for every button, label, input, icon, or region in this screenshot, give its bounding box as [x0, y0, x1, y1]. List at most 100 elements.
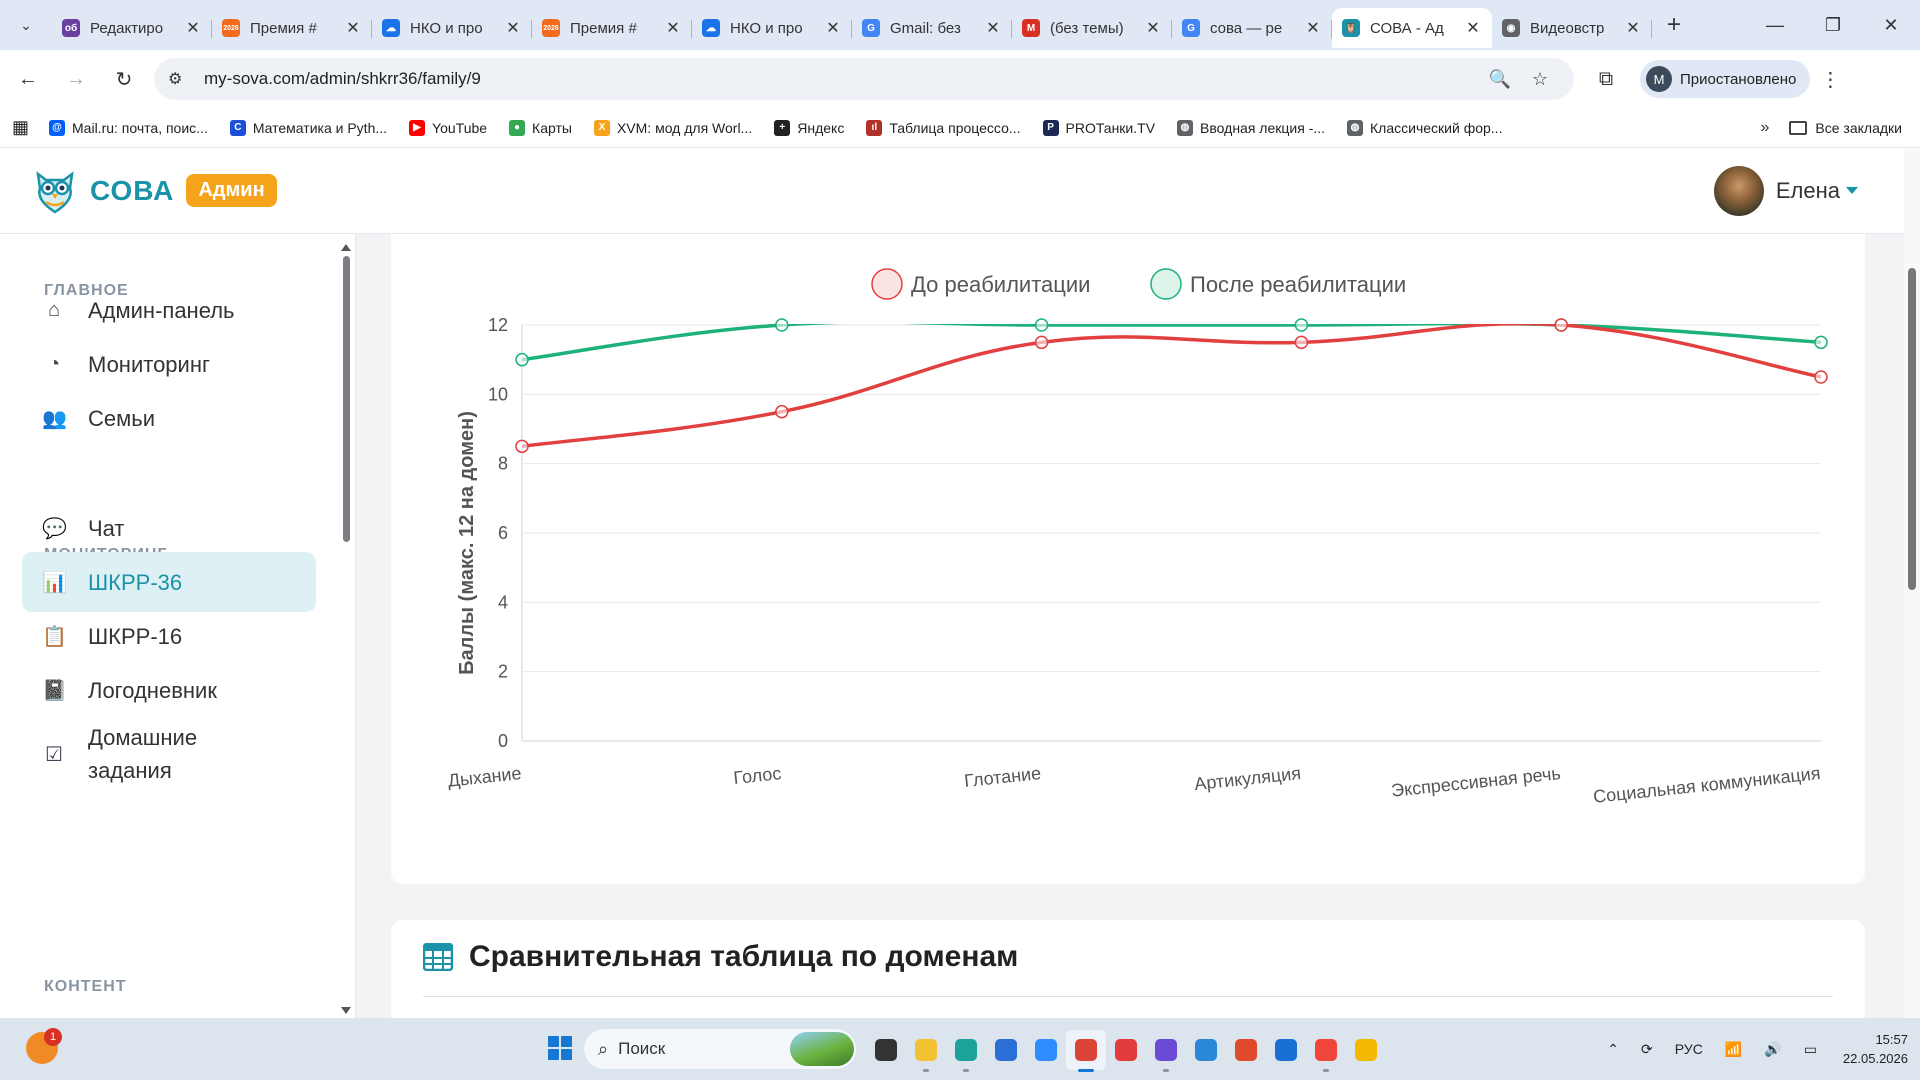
sidebar-item-3[interactable]: 💬 Чат: [22, 498, 316, 558]
data-point-0-0: [515, 439, 529, 454]
tab-close-icon[interactable]: ✕: [1624, 18, 1642, 38]
restore-icon[interactable]: ❐: [1804, 15, 1862, 36]
tab-close-icon[interactable]: ✕: [504, 18, 522, 38]
store-icon[interactable]: [986, 1030, 1026, 1070]
browser-tab[interactable]: Gсова — ре ✕: [1172, 8, 1332, 48]
chrome-icon[interactable]: [1066, 1030, 1106, 1072]
tab-close-icon[interactable]: ✕: [1464, 18, 1482, 38]
video-app-icon[interactable]: [1106, 1030, 1146, 1070]
game-app-icon[interactable]: [1226, 1030, 1266, 1070]
more-bookmarks-icon[interactable]: »: [1761, 119, 1770, 137]
sync-icon[interactable]: ⟳: [1641, 1041, 1653, 1058]
bookmark-item[interactable]: ● Карты: [509, 119, 572, 136]
journal-icon: 📓: [42, 679, 67, 702]
back-button[interactable]: ←: [8, 59, 48, 99]
start-button[interactable]: [548, 1036, 572, 1060]
x-tick-label: Артикуляция: [1193, 763, 1301, 794]
all-bookmarks-button[interactable]: Все закладки: [1789, 120, 1902, 136]
outlook-icon[interactable]: [1266, 1030, 1306, 1070]
tray-chevron-up-icon[interactable]: ⌃: [1607, 1041, 1619, 1058]
browser-tab[interactable]: M (без темы) ✕: [1012, 8, 1172, 48]
tab-favicon-icon: G: [1182, 19, 1200, 37]
forward-button[interactable]: →: [56, 59, 96, 99]
sidebar-scroll-thumb[interactable]: [343, 256, 350, 542]
minimize-icon[interactable]: —: [1746, 15, 1804, 36]
bookmark-favicon-icon: +: [774, 119, 791, 136]
tab-close-icon[interactable]: ✕: [1144, 18, 1162, 38]
wifi-icon[interactable]: 📶: [1725, 1041, 1742, 1058]
sidebar-scrollbar[interactable]: [341, 244, 351, 1014]
tab-close-icon[interactable]: ✕: [184, 18, 202, 38]
page-scroll-thumb[interactable]: [1908, 268, 1916, 590]
reload-button[interactable]: ↻: [104, 59, 144, 99]
tab-close-icon[interactable]: ✕: [1304, 18, 1322, 38]
profile-button[interactable]: M Приостановлено: [1640, 60, 1811, 98]
bookmark-item[interactable]: ıl Таблица процессо...: [866, 119, 1021, 136]
edge-icon[interactable]: [946, 1030, 986, 1072]
clock[interactable]: 15:57 22.05.2026: [1843, 1030, 1908, 1068]
zoom-app-icon[interactable]: [1026, 1030, 1066, 1070]
new-tab-button[interactable]: +: [1658, 9, 1690, 41]
bookmark-item[interactable]: P PROТанки.TV: [1042, 119, 1155, 136]
sidebar-item-6[interactable]: 📓 Логодневник: [22, 660, 316, 720]
bookmark-item[interactable]: C Математика и Pyth...: [229, 119, 387, 136]
bookmark-item[interactable]: ▶ YouTube: [409, 119, 487, 136]
tab-close-icon[interactable]: ✕: [664, 18, 682, 38]
browser-tab[interactable]: 2026 Премия # ✕: [532, 8, 692, 48]
browser-tab[interactable]: ◉ Видеовстр ✕: [1492, 8, 1652, 48]
language-indicator[interactable]: РУС: [1675, 1041, 1703, 1057]
page-scrollbar[interactable]: [1904, 148, 1920, 1018]
file-explorer-icon[interactable]: [906, 1030, 946, 1072]
sidebar-item-5[interactable]: 📋 ШКРР-16: [22, 606, 316, 666]
extensions-icon[interactable]: ⧉: [1584, 68, 1628, 91]
app-logo[interactable]: СОВА Админ: [30, 166, 277, 216]
taskbar-search[interactable]: ⌕ Поиск: [584, 1029, 856, 1069]
bookmark-item[interactable]: @ Mail.ru: почта, поис...: [49, 119, 208, 136]
browser-tab[interactable]: G Gmail: без ✕: [852, 8, 1012, 48]
photos-app-icon[interactable]: [1146, 1030, 1186, 1072]
tab-favicon-icon: 2026: [222, 19, 240, 37]
scroll-up-icon[interactable]: [341, 244, 351, 251]
bookmark-item[interactable]: + Яндекс: [774, 119, 844, 136]
zoom-icon[interactable]: 🔍: [1480, 69, 1520, 90]
user-menu[interactable]: Елена: [1713, 165, 1858, 216]
address-bar[interactable]: ⚙ my-sova.com/admin/shkrr36/family/9 🔍 ☆: [154, 58, 1574, 100]
apps-grid-icon[interactable]: ▦: [12, 117, 29, 138]
sidebar-item-label: Логодневник: [88, 677, 217, 703]
tab-close-icon[interactable]: ✕: [984, 18, 1002, 38]
sidebar-item-0[interactable]: ⌂ Админ-панель: [22, 280, 316, 340]
tab-close-icon[interactable]: ✕: [824, 18, 842, 38]
bookmark-item[interactable]: ◍ Классический фор...: [1347, 119, 1502, 136]
tab-close-icon[interactable]: ✕: [344, 18, 362, 38]
bookmark-star-icon[interactable]: ☆: [1520, 69, 1560, 90]
task-view-icon[interactable]: [866, 1030, 906, 1070]
sidebar-item-1[interactable]: ◔ Мониторинг: [22, 334, 316, 394]
notepad-icon[interactable]: [1186, 1030, 1226, 1070]
bookmark-item[interactable]: ◍ Вводная лекция -...: [1177, 119, 1325, 136]
x-tick-label: Голос: [733, 763, 783, 788]
browser-tab[interactable]: ☁ НКО и про ✕: [692, 8, 852, 48]
tab-search-button[interactable]: ⌄: [8, 7, 44, 43]
url-text[interactable]: my-sova.com/admin/shkrr36/family/9: [204, 69, 1480, 89]
yandex-browser-icon[interactable]: [1306, 1030, 1346, 1072]
site-settings-icon[interactable]: ⚙: [168, 69, 196, 89]
battery-icon[interactable]: ▭: [1804, 1041, 1817, 1058]
browser-tab[interactable]: 🦉 СОВА - Ад ✕: [1332, 8, 1492, 48]
volume-icon[interactable]: 🔊: [1764, 1041, 1781, 1058]
sidebar-item-2[interactable]: 👥 Семьи: [22, 388, 316, 448]
browser-tab[interactable]: 2026 Премия # ✕: [212, 8, 372, 48]
close-window-icon[interactable]: ✕: [1862, 15, 1920, 36]
notification-icon[interactable]: 1: [26, 1028, 62, 1064]
bookmark-item[interactable]: X XVM: мод для Worl...: [593, 119, 752, 136]
tab-title: Премия #: [570, 19, 637, 37]
browser-tab[interactable]: ☁ НКО и про ✕: [372, 8, 532, 48]
sidebar-item-7[interactable]: ☑ Домашние задания: [22, 714, 316, 794]
scroll-down-icon[interactable]: [341, 1007, 351, 1014]
sidebar-item-label: ШКРР-16: [88, 623, 183, 649]
browser-menu-icon[interactable]: ⋮: [1810, 67, 1850, 92]
security-icon[interactable]: [1346, 1030, 1386, 1070]
sidebar-item-4[interactable]: 📊 ШКРР-36: [22, 552, 316, 612]
sidebar-item-label: Админ-панель: [88, 297, 235, 323]
task-check-icon: ☑: [45, 743, 63, 766]
browser-tab[interactable]: об Редактиро ✕: [52, 8, 212, 48]
